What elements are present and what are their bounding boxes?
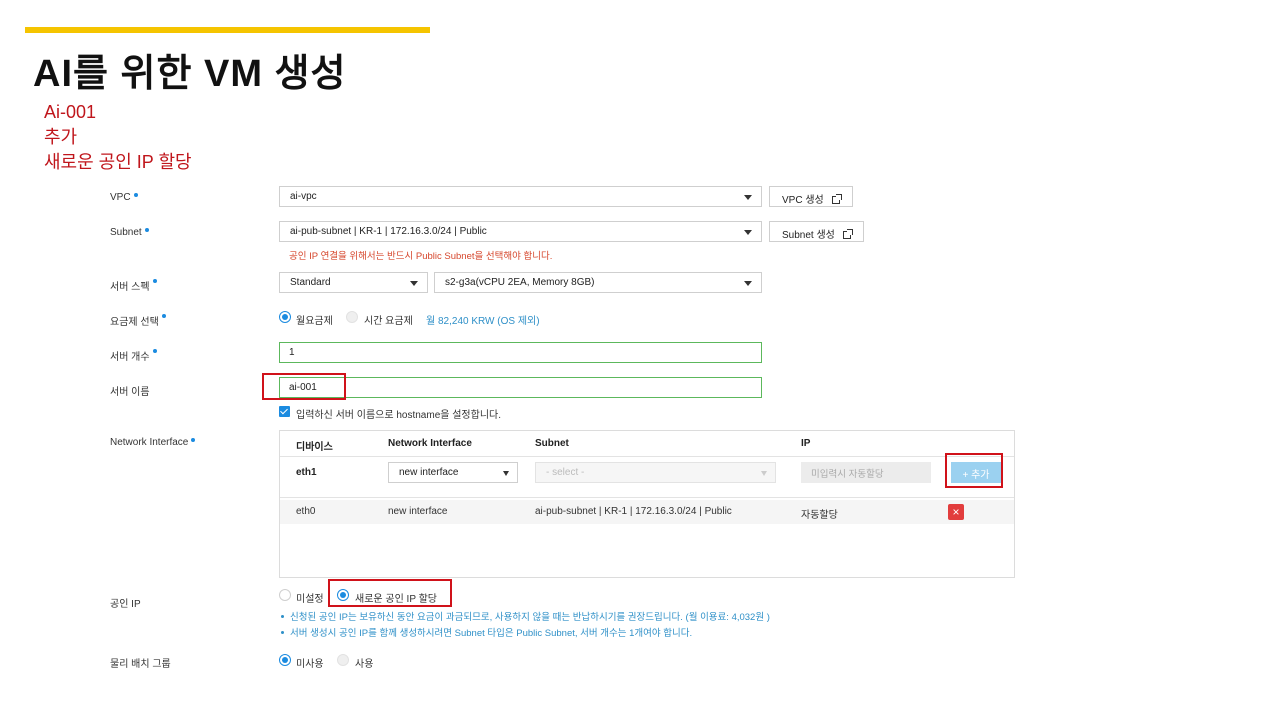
chevron-down-icon	[761, 471, 767, 476]
server-spec-label: 서버 스펙	[110, 278, 157, 293]
new-interface-select[interactable]: new interface	[388, 462, 518, 483]
divider	[280, 497, 1014, 498]
placement-unused-radio[interactable]	[279, 654, 291, 666]
required-dot-icon	[191, 438, 196, 442]
public-ip-label: 공인 IP	[110, 599, 141, 610]
external-link-icon	[831, 194, 842, 204]
external-link-icon	[842, 229, 853, 239]
ip-cell: 자동할당	[801, 510, 838, 521]
hostname-checkbox-label: 입력하신 서버 이름으로 hostname을 설정합니다.	[296, 410, 502, 421]
public-ip-note: 신청된 공인 IP는 보유하신 동안 요금이 과금되므로, 사용하지 않을 때는…	[281, 609, 770, 623]
create-subnet-button[interactable]: Subnet 생성	[769, 221, 864, 242]
chevron-down-icon	[744, 281, 752, 286]
note-line: Ai-001	[44, 102, 97, 122]
server-name-label: 서버 이름	[110, 387, 150, 398]
server-count-input[interactable]: 1	[279, 342, 762, 363]
slide-title: AI를 위한 VM 생성	[33, 53, 347, 95]
required-dot-icon	[144, 228, 149, 232]
chevron-down-icon	[410, 281, 418, 286]
server-name-input[interactable]: ai-001	[279, 377, 762, 398]
subnet-cell: ai-pub-subnet | KR-1 | 172.16.3.0/24 | P…	[535, 506, 732, 517]
chevron-down-icon	[744, 195, 752, 200]
required-dot-icon	[152, 349, 157, 353]
device-cell: eth0	[296, 506, 316, 517]
network-interface-table: 디바이스 Network Interface Subnet IP eth1 ne…	[279, 430, 1015, 578]
accent-bar	[25, 27, 430, 33]
hostname-checkbox[interactable]	[279, 406, 290, 417]
public-ip-note: 서버 생성시 공인 IP를 함께 생성하시려면 Subnet 타입은 Publi…	[281, 625, 692, 639]
subnet-hint: 공인 IP 연결을 위해서는 반드시 Public Subnet을 선택해야 합…	[289, 251, 553, 262]
highlight-box	[328, 579, 452, 607]
billing-monthly-label: 월요금제	[296, 316, 333, 327]
column-header: 디바이스	[296, 442, 333, 453]
new-device-cell: eth1	[296, 467, 317, 478]
server-count-label: 서버 개수	[110, 348, 157, 363]
placement-unused-label: 미사용	[296, 659, 324, 670]
divider	[280, 456, 1014, 457]
network-interface-label: Network Interface	[110, 437, 196, 448]
subnet-label: Subnet	[110, 227, 149, 238]
vpc-label: VPC	[110, 192, 138, 203]
table-row: eth0 new interface ai-pub-subnet | KR-1 …	[280, 500, 1014, 524]
create-vpc-button[interactable]: VPC 생성	[769, 186, 853, 207]
required-dot-icon	[152, 279, 157, 283]
column-header: IP	[801, 438, 811, 449]
subnet-select[interactable]: ai-pub-subnet | KR-1 | 172.16.3.0/24 | P…	[279, 221, 762, 242]
price-text: 월 82,240 KRW (OS 제외)	[426, 316, 540, 327]
billing-hourly-radio[interactable]	[346, 311, 358, 323]
required-dot-icon	[133, 193, 138, 197]
highlight-box	[945, 453, 1003, 488]
public-ip-none-radio[interactable]	[279, 589, 291, 601]
server-type-select[interactable]: Standard	[279, 272, 428, 293]
new-ip-input[interactable]: 미입력시 자동할당	[801, 462, 931, 483]
note-line: 추가	[44, 127, 78, 147]
required-dot-icon	[161, 314, 166, 318]
highlight-box	[262, 373, 346, 400]
note-line: 새로운 공인 IP 할당	[44, 152, 192, 172]
bullet-icon	[281, 615, 284, 618]
slide-notes: Ai-001 추가 새로운 공인 IP 할당	[44, 100, 192, 175]
delete-interface-button[interactable]: ×	[948, 504, 964, 520]
vpc-select[interactable]: ai-vpc	[279, 186, 762, 207]
interface-cell: new interface	[388, 506, 448, 517]
bullet-icon	[281, 631, 284, 634]
server-spec-select[interactable]: s2-g3a(vCPU 2EA, Memory 8GB)	[434, 272, 762, 293]
column-header: Subnet	[535, 438, 569, 449]
billing-label: 요금제 선택	[110, 313, 166, 328]
placement-group-label: 물리 배치 그룹	[110, 659, 171, 670]
placement-used-radio[interactable]	[337, 654, 349, 666]
chevron-down-icon	[744, 230, 752, 235]
billing-hourly-label: 시간 요금제	[364, 316, 413, 327]
column-header: Network Interface	[388, 438, 472, 449]
new-subnet-select[interactable]: - select -	[535, 462, 776, 483]
public-ip-none-label: 미설정	[296, 594, 324, 605]
placement-used-label: 사용	[355, 659, 374, 670]
chevron-down-icon	[503, 471, 509, 476]
billing-monthly-radio[interactable]	[279, 311, 291, 323]
